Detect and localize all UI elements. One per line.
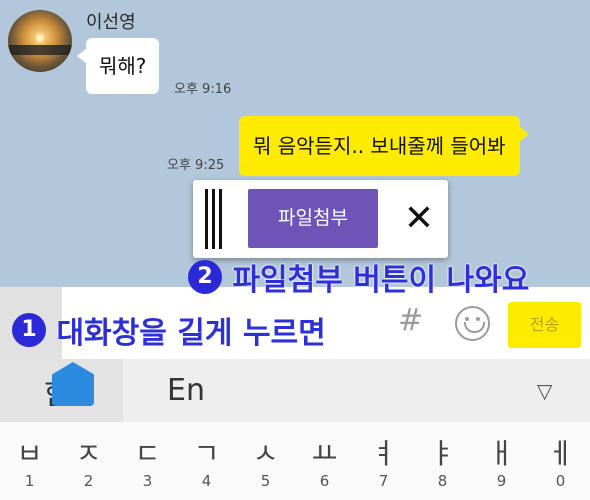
key-number: 9 [496, 472, 507, 490]
key[interactable]: ㅈ2 [59, 436, 118, 490]
key-number: 6 [319, 472, 330, 490]
key-char: ㅛ [311, 437, 338, 470]
key[interactable]: ㅑ8 [413, 436, 472, 490]
key-number: 3 [142, 472, 153, 490]
key-number: 7 [378, 472, 389, 490]
key[interactable]: ㄷ3 [118, 436, 177, 490]
hash-icon[interactable]: # [398, 303, 423, 338]
step-1-badge: 1 [12, 313, 46, 347]
sender-name: 이선영 [86, 12, 136, 33]
step-2-badge: 2 [188, 260, 222, 294]
key-char: ㅈ [75, 437, 102, 470]
key[interactable]: ㅛ6 [295, 436, 354, 490]
keyboard-toolbar: 한 En ▽ [0, 359, 590, 422]
key-char: ㄱ [193, 437, 220, 470]
drag-handle-icon[interactable] [203, 189, 225, 249]
key-number: 1 [24, 472, 35, 490]
key[interactable]: ㅔ0 [531, 436, 590, 490]
avatar[interactable] [8, 10, 72, 72]
emoticon-icon[interactable] [455, 306, 490, 341]
key-char: ㅐ [488, 437, 515, 470]
key-char: ㄷ [134, 437, 161, 470]
hangul-mode-key[interactable]: 한 [0, 359, 123, 422]
annotation-step-2: 2 파일첨부 버튼이 나와요 [188, 255, 529, 299]
key[interactable]: ㅕ7 [354, 436, 413, 490]
keyboard-key-row: ㅂ1 ㅈ2 ㄷ3 ㄱ4 ㅅ5 ㅛ6 ㅕ7 ㅑ8 ㅐ9 ㅔ0 [0, 422, 590, 500]
send-button[interactable]: 전송 [508, 302, 581, 348]
key-char: ㅅ [252, 437, 279, 470]
key-char: ㅂ [16, 437, 43, 470]
annotation-step-1-text: 대화창을 길게 누르면 [56, 316, 326, 351]
outgoing-message-time: 오후 9:25 [167, 158, 225, 173]
outgoing-message-bubble[interactable]: 뭐 음악듣지.. 보내줄께 들어봐 [239, 116, 529, 176]
key[interactable]: ㅂ1 [0, 436, 59, 490]
key-number: 2 [83, 472, 94, 490]
incoming-message-bubble[interactable]: 뭐해? [76, 38, 160, 94]
key-number: 4 [201, 472, 212, 490]
key-number: 5 [260, 472, 271, 490]
key-number: 8 [437, 472, 448, 490]
key-char: ㅑ [429, 437, 456, 470]
english-mode-key[interactable]: En [167, 373, 205, 408]
annotation-step-2-text: 파일첨부 버튼이 나와요 [232, 263, 530, 298]
annotation-step-1: 1 대화창을 길게 누르면 [12, 308, 326, 352]
file-attach-button[interactable]: 파일첨부 [248, 189, 378, 248]
incoming-message-time: 오후 9:16 [174, 82, 232, 97]
close-icon[interactable]: ✕ [401, 194, 437, 244]
chat-area[interactable]: 이선영 뭐해? 오후 9:16 오후 9:25 뭐 음악듣지.. 보내줄께 들어… [0, 0, 590, 287]
key[interactable]: ㄱ4 [177, 436, 236, 490]
key-number: 0 [555, 472, 566, 490]
key[interactable]: ㅐ9 [472, 436, 531, 490]
attach-popup: 파일첨부 ✕ [193, 180, 448, 258]
key-char: ㅕ [370, 437, 397, 470]
key-char: ㅔ [547, 437, 574, 470]
key[interactable]: ㅅ5 [236, 436, 295, 490]
collapse-keyboard-icon[interactable]: ▽ [537, 379, 552, 403]
